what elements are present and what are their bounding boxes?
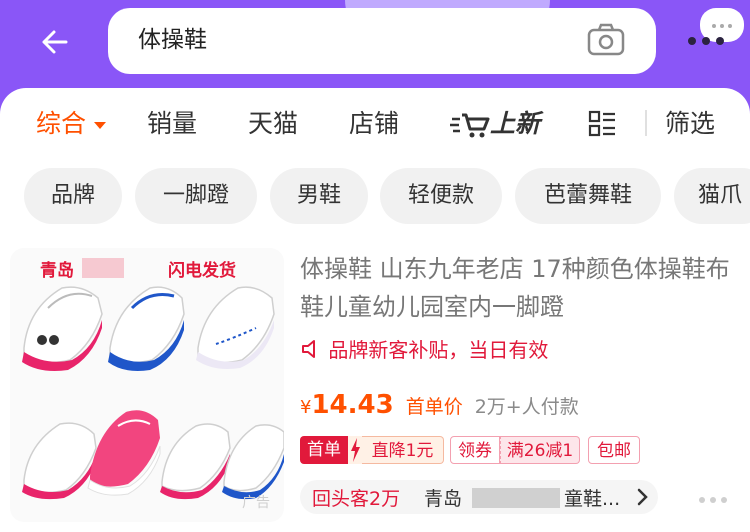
- grid-view-toggle[interactable]: [588, 110, 616, 146]
- sort-tmall[interactable]: 天猫: [248, 108, 298, 140]
- price-symbol: ¥: [300, 397, 312, 418]
- sort-sales[interactable]: 销量: [147, 108, 197, 140]
- promo-line: 品牌新客补贴，当日有效: [300, 334, 548, 363]
- chip-cat-claw[interactable]: 猫爪: [674, 168, 750, 224]
- price-value: 14.43: [311, 390, 394, 420]
- shop-name-prefix: 青岛: [424, 488, 463, 510]
- chevron-right-icon: [637, 488, 648, 506]
- first-order-badge: 首单: [300, 436, 348, 464]
- free-shipping-badge: 包邮: [588, 436, 640, 464]
- more-dots-icon[interactable]: [698, 495, 728, 505]
- chip-ballet-shoes[interactable]: 芭蕾舞鞋: [515, 168, 661, 224]
- get-coupon-badge[interactable]: 领券: [450, 436, 500, 464]
- chip-lightweight[interactable]: 轻便款: [380, 168, 502, 224]
- list-grid-icon: [588, 110, 615, 137]
- shop-name-redacted: [472, 488, 560, 508]
- full-reduction-badge: 满26减1: [500, 436, 580, 464]
- search-bar[interactable]: 体操鞋: [108, 8, 656, 74]
- sort-bar: 综合 销量 天猫 店铺 上新 筛选: [0, 88, 750, 160]
- sort-new-arrivals[interactable]: 上新: [450, 108, 540, 140]
- shoes-illustration: [22, 286, 284, 500]
- cart-speed-icon: [450, 113, 490, 138]
- speaker-icon: [302, 340, 315, 358]
- more-menu-icon[interactable]: [688, 8, 750, 50]
- promo-text: 品牌新客补贴，当日有效: [328, 338, 549, 362]
- camera-icon[interactable]: [586, 22, 626, 58]
- direct-discount-badge: 直降1元: [362, 436, 444, 464]
- sort-comprehensive[interactable]: 综合: [36, 108, 107, 140]
- product-image[interactable]: 青岛 闪电发货 广告: [10, 248, 284, 522]
- product-title[interactable]: 体操鞋 山东九年老店 17种颜色体操鞋布鞋儿童幼儿园室内一脚蹬: [300, 250, 740, 326]
- sort-shops[interactable]: 店铺: [349, 108, 399, 140]
- price-line: ¥14.43 首单价 2万+人付款: [300, 390, 579, 420]
- ad-label: 广告: [242, 495, 270, 511]
- sales-count: 2万+人付款: [474, 396, 579, 418]
- sort-divider: [645, 110, 647, 136]
- chevron-down-icon: [94, 121, 107, 129]
- back-arrow-icon[interactable]: [34, 24, 70, 60]
- search-query[interactable]: 体操鞋: [138, 26, 207, 54]
- lightning-icon: [348, 436, 362, 464]
- chip-slip-on[interactable]: 一脚蹬: [135, 168, 257, 224]
- shop-link[interactable]: 回头客2万 青岛 童鞋...: [300, 480, 658, 514]
- chip-brand[interactable]: 品牌: [24, 168, 122, 224]
- first-order-price-label: 首单价: [405, 396, 463, 418]
- filter-button[interactable]: 筛选: [665, 108, 715, 140]
- chip-mens-shoes[interactable]: 男鞋: [270, 168, 368, 224]
- repeat-customers-label: 回头客2万: [312, 488, 401, 510]
- shop-name-suffix: 童鞋...: [564, 488, 621, 510]
